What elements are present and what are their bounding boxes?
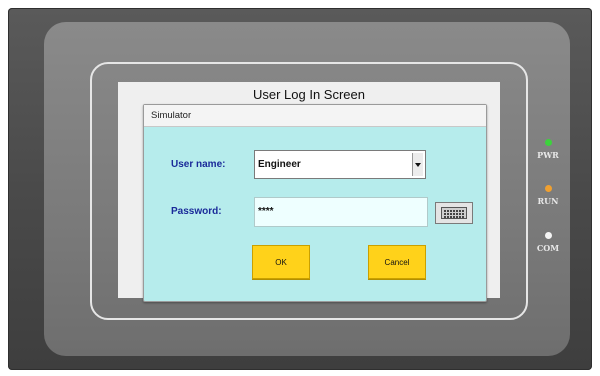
cancel-button[interactable]: Cancel [368, 245, 426, 279]
keyboard-icon [441, 207, 467, 219]
run-indicator: RUN [528, 185, 568, 206]
pwr-indicator: PWR [528, 139, 568, 160]
username-label: User name: [171, 159, 226, 170]
password-input[interactable]: **** [254, 197, 428, 227]
password-label: Password: [171, 206, 222, 217]
com-led-icon [544, 232, 552, 239]
run-led-icon [544, 185, 552, 192]
keyboard-button[interactable] [435, 202, 473, 224]
com-label: COM [536, 243, 560, 253]
run-label: RUN [537, 196, 559, 206]
dialog-titlebar: Simulator [144, 105, 486, 127]
ok-button[interactable]: OK [252, 245, 310, 279]
chevron-down-icon[interactable] [412, 153, 423, 176]
login-dialog: Simulator User name: Engineer Password: … [143, 104, 487, 302]
screen-title: User Log In Screen [252, 87, 365, 102]
com-indicator: COM [528, 232, 568, 253]
pwr-led-icon [544, 139, 552, 146]
pwr-label: PWR [537, 150, 559, 160]
dialog-title: Simulator [151, 110, 192, 121]
username-select[interactable]: Engineer [254, 150, 426, 179]
username-value: Engineer [258, 159, 301, 170]
